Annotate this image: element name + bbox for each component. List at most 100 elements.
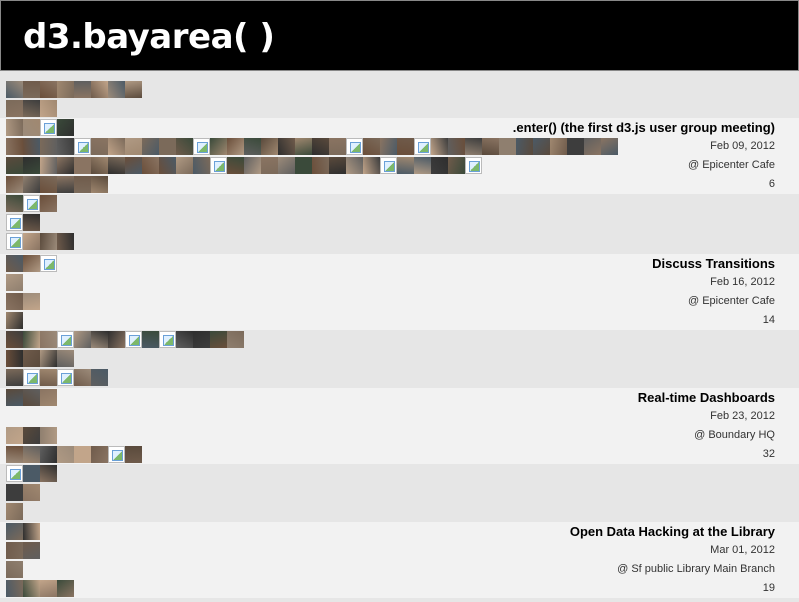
event-title[interactable]: Open Data Hacking at the Library xyxy=(570,522,775,541)
avatar[interactable] xyxy=(108,157,125,174)
avatar[interactable] xyxy=(516,138,533,155)
avatar[interactable] xyxy=(23,542,40,559)
avatar[interactable] xyxy=(397,138,414,155)
avatar[interactable] xyxy=(125,446,142,463)
avatar[interactable] xyxy=(6,119,23,136)
avatar[interactable] xyxy=(125,138,142,155)
avatar[interactable] xyxy=(91,157,108,174)
avatar[interactable] xyxy=(431,138,448,155)
avatar[interactable] xyxy=(363,138,380,155)
avatar[interactable] xyxy=(23,389,40,406)
avatar[interactable] xyxy=(6,561,23,578)
avatar[interactable] xyxy=(6,503,23,520)
avatar[interactable] xyxy=(295,157,312,174)
avatar[interactable] xyxy=(448,157,465,174)
avatar[interactable] xyxy=(23,580,40,597)
avatar[interactable] xyxy=(108,138,125,155)
avatar[interactable] xyxy=(159,138,176,155)
avatar[interactable] xyxy=(91,138,108,155)
avatar[interactable] xyxy=(23,446,40,463)
avatar[interactable] xyxy=(244,138,261,155)
avatar[interactable] xyxy=(40,580,57,597)
avatar[interactable] xyxy=(40,350,57,367)
avatar[interactable] xyxy=(6,81,23,98)
avatar[interactable] xyxy=(57,580,74,597)
avatar[interactable] xyxy=(74,81,91,98)
broken-image-icon[interactable] xyxy=(6,233,23,250)
broken-image-icon[interactable] xyxy=(57,369,74,386)
avatar[interactable] xyxy=(23,484,40,501)
avatar[interactable] xyxy=(57,157,74,174)
broken-image-icon[interactable] xyxy=(108,446,125,463)
avatar[interactable] xyxy=(6,542,23,559)
avatar[interactable] xyxy=(499,138,516,155)
avatar[interactable] xyxy=(261,138,278,155)
avatar[interactable] xyxy=(431,157,448,174)
broken-image-icon[interactable] xyxy=(40,255,57,272)
avatar[interactable] xyxy=(74,176,91,193)
avatar[interactable] xyxy=(329,157,346,174)
avatar[interactable] xyxy=(6,389,23,406)
avatar[interactable] xyxy=(6,138,23,155)
broken-image-icon[interactable] xyxy=(74,138,91,155)
avatar[interactable] xyxy=(550,138,567,155)
avatar[interactable] xyxy=(23,427,40,444)
avatar[interactable] xyxy=(6,484,23,501)
broken-image-icon[interactable] xyxy=(57,331,74,348)
avatar[interactable] xyxy=(210,138,227,155)
avatar[interactable] xyxy=(176,157,193,174)
avatar[interactable] xyxy=(57,81,74,98)
event-title[interactable]: .enter() (the first d3.js user group mee… xyxy=(513,118,775,137)
avatar[interactable] xyxy=(40,195,57,212)
broken-image-icon[interactable] xyxy=(159,331,176,348)
avatar[interactable] xyxy=(6,157,23,174)
avatar[interactable] xyxy=(397,157,414,174)
avatar[interactable] xyxy=(329,138,346,155)
avatar[interactable] xyxy=(40,427,57,444)
avatar[interactable] xyxy=(278,157,295,174)
avatar[interactable] xyxy=(312,138,329,155)
avatar[interactable] xyxy=(567,138,584,155)
avatar[interactable] xyxy=(23,465,40,482)
avatar[interactable] xyxy=(40,100,57,117)
broken-image-icon[interactable] xyxy=(6,465,23,482)
avatar[interactable] xyxy=(6,274,23,291)
avatar[interactable] xyxy=(57,138,74,155)
avatar[interactable] xyxy=(295,138,312,155)
avatar[interactable] xyxy=(278,138,295,155)
avatar[interactable] xyxy=(74,157,91,174)
broken-image-icon[interactable] xyxy=(210,157,227,174)
avatar[interactable] xyxy=(91,81,108,98)
avatar[interactable] xyxy=(227,138,244,155)
avatar[interactable] xyxy=(57,350,74,367)
avatar[interactable] xyxy=(57,446,74,463)
avatar[interactable] xyxy=(6,523,23,540)
avatar[interactable] xyxy=(465,138,482,155)
broken-image-icon[interactable] xyxy=(465,157,482,174)
avatar[interactable] xyxy=(193,331,210,348)
broken-image-icon[interactable] xyxy=(6,214,23,231)
avatar[interactable] xyxy=(414,157,431,174)
avatar[interactable] xyxy=(23,523,40,540)
avatar[interactable] xyxy=(23,157,40,174)
avatar[interactable] xyxy=(6,255,23,272)
avatar[interactable] xyxy=(363,157,380,174)
avatar[interactable] xyxy=(142,138,159,155)
avatar[interactable] xyxy=(57,233,74,250)
avatar[interactable] xyxy=(23,81,40,98)
avatar[interactable] xyxy=(482,138,499,155)
avatar[interactable] xyxy=(23,233,40,250)
avatar[interactable] xyxy=(23,255,40,272)
broken-image-icon[interactable] xyxy=(346,138,363,155)
avatar[interactable] xyxy=(6,427,23,444)
avatar[interactable] xyxy=(40,138,57,155)
avatar[interactable] xyxy=(176,138,193,155)
avatar[interactable] xyxy=(346,157,363,174)
avatar[interactable] xyxy=(142,157,159,174)
avatar[interactable] xyxy=(6,446,23,463)
broken-image-icon[interactable] xyxy=(23,195,40,212)
broken-image-icon[interactable] xyxy=(40,119,57,136)
avatar[interactable] xyxy=(40,176,57,193)
avatar[interactable] xyxy=(40,233,57,250)
avatar[interactable] xyxy=(108,81,125,98)
